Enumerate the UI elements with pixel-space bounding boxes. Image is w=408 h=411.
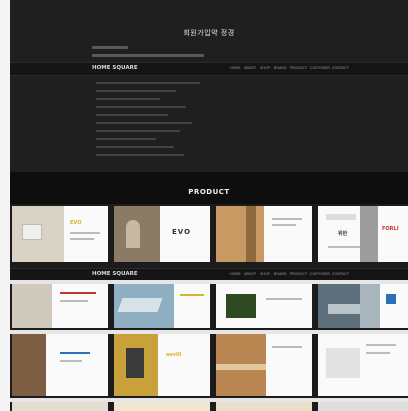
nav-link-contact[interactable]: CONTACT xyxy=(332,272,349,276)
intro-text-line xyxy=(92,54,204,57)
product-thumbnail[interactable]: EVO xyxy=(12,206,108,262)
terms-text-line xyxy=(96,114,168,116)
nav-link-contact[interactable]: CONTACT xyxy=(332,66,349,70)
nav-link-shop[interactable]: SHOP xyxy=(260,66,270,70)
product-thumbnail[interactable]: EVO xyxy=(114,206,210,262)
product-row-2 xyxy=(10,284,408,330)
signup-panel: 회원가입약 정경 HOME SQUARE HOME ABOUT SHOP BOA… xyxy=(10,0,408,172)
nav-link-product[interactable]: PRODUCT xyxy=(290,66,307,70)
product-thumbnail[interactable] xyxy=(12,402,108,411)
nav-link-about[interactable]: ABOUT xyxy=(244,66,256,70)
product-thumbnail[interactable] xyxy=(114,284,210,328)
product-label: eevill xyxy=(166,352,182,358)
product-row-4 xyxy=(10,402,408,411)
product-thumbnail[interactable] xyxy=(216,284,312,328)
nav-link-about[interactable]: ABOUT xyxy=(244,272,256,276)
product-thumbnail[interactable]: FORLI xyxy=(360,206,408,262)
nav-link-product[interactable]: PRODUCT xyxy=(290,272,307,276)
product-thumbnail[interactable] xyxy=(216,402,312,411)
nav-link-home[interactable]: HOME xyxy=(230,272,241,276)
product-thumbnail[interactable] xyxy=(12,284,108,328)
product-thumbnail[interactable] xyxy=(114,402,210,411)
product-section-header: PRODUCT xyxy=(10,172,408,204)
product-thumbnail[interactable] xyxy=(216,334,312,396)
terms-text-line xyxy=(96,98,160,100)
nav-link-customer[interactable]: CUSTOMER xyxy=(310,272,330,276)
nav-link-board[interactable]: BOARD xyxy=(274,272,287,276)
product-row-1: EVO EVO 위반 xyxy=(10,204,408,264)
page-title: 회원가입약 정경 xyxy=(183,29,235,37)
product-row-3: eevill xyxy=(10,334,408,398)
product-thumbnail[interactable]: eevill xyxy=(114,334,210,396)
terms-text-line xyxy=(96,146,174,148)
site-brand[interactable]: HOME SQUARE xyxy=(92,65,138,71)
site-nav-bar: HOME SQUARE HOME ABOUT SHOP BOARD PRODUC… xyxy=(10,62,408,76)
site-brand[interactable]: HOME SQUARE xyxy=(92,271,138,277)
page-frame: 회원가입약 정경 HOME SQUARE HOME ABOUT SHOP BOA… xyxy=(10,0,408,411)
product-thumbnail[interactable] xyxy=(318,402,408,411)
terms-text-line xyxy=(96,90,176,92)
terms-text-line xyxy=(96,130,180,132)
nav-link-customer[interactable]: CUSTOMER xyxy=(310,66,330,70)
product-label: FORLI xyxy=(382,226,399,232)
product-label: EVO xyxy=(172,228,192,236)
nav-link-shop[interactable]: SHOP xyxy=(260,272,270,276)
terms-text-line xyxy=(96,82,200,84)
nav-link-board[interactable]: BOARD xyxy=(274,66,287,70)
product-label: 위반 xyxy=(338,231,348,237)
terms-text-line xyxy=(96,106,186,108)
product-thumbnail[interactable] xyxy=(216,206,312,262)
product-thumbnail[interactable] xyxy=(12,334,108,396)
terms-text-line xyxy=(96,122,192,124)
terms-text-line xyxy=(96,154,184,156)
intro-text-line xyxy=(92,46,128,49)
product-title: PRODUCT xyxy=(188,188,230,196)
nav-link-home[interactable]: HOME xyxy=(230,66,241,70)
terms-text-line xyxy=(96,138,156,140)
product-thumbnail[interactable] xyxy=(360,334,408,396)
product-thumbnail[interactable] xyxy=(360,284,408,328)
